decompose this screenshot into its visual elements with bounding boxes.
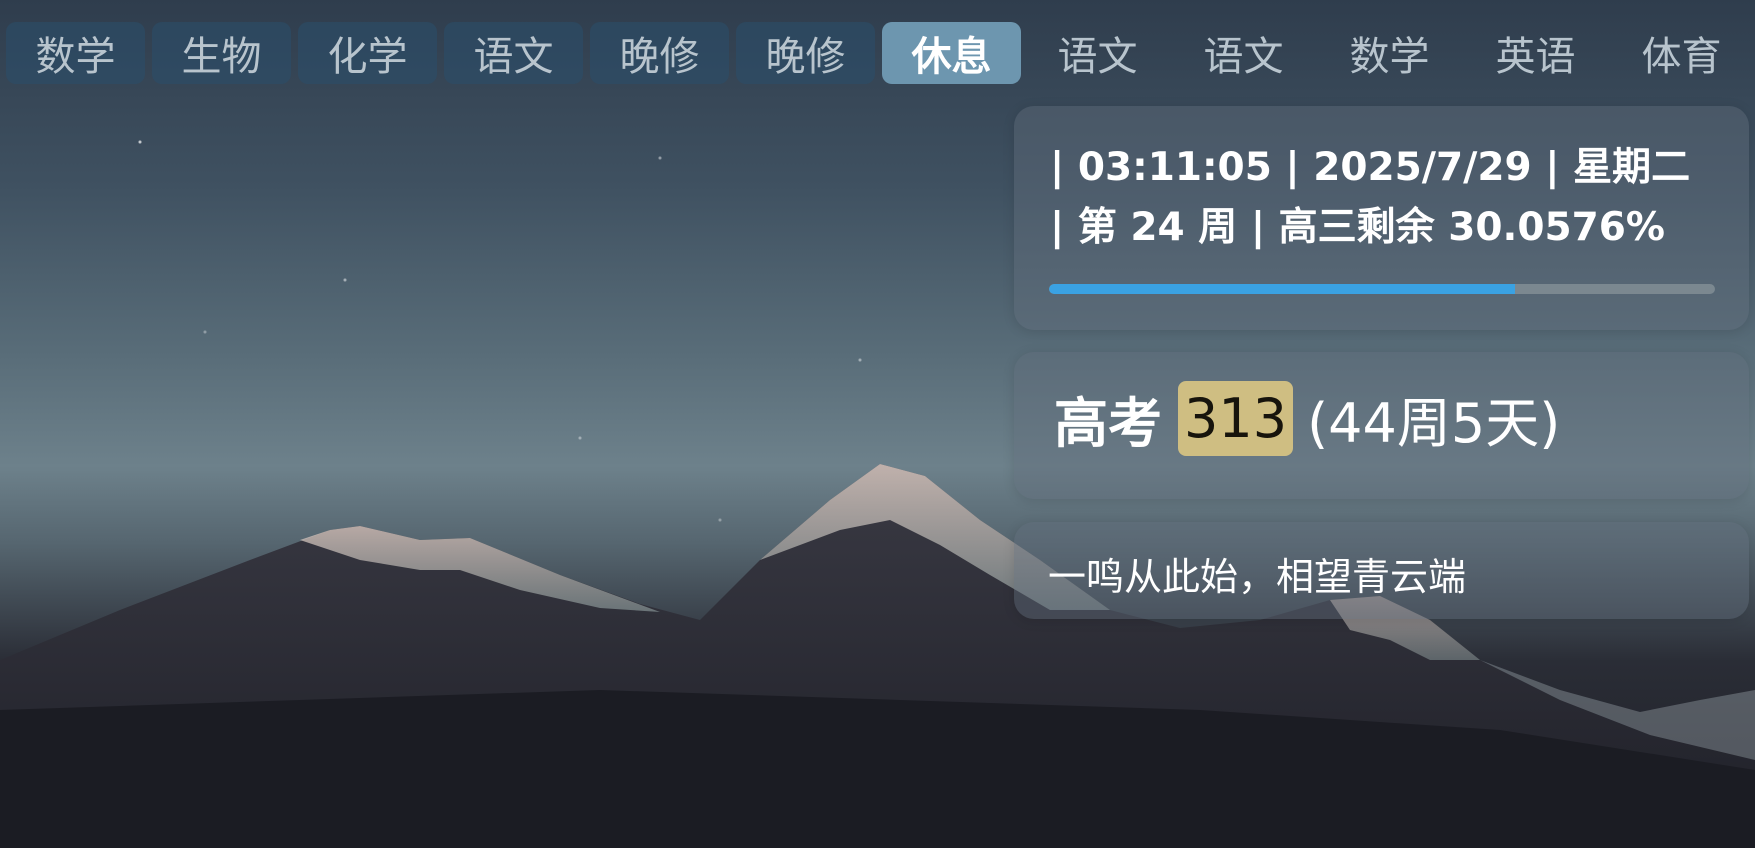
schedule-period-2[interactable]: 生物 [152,22,291,84]
schedule-period-4[interactable]: 语文 [444,22,583,84]
year-progress-track [1049,284,1715,294]
week-and-year-progress: | 第 24 周 | 高三剩余 30.0576% [1050,205,1665,250]
year-progress-fill [1049,284,1516,294]
exam-countdown-row: 高考 313 (44周5天) [1054,372,1560,465]
schedule-period-5[interactable]: 晚修 [590,22,729,84]
schedule-period-7[interactable]: 休息 [882,22,1021,84]
schedule-period-10[interactable]: 数学 [1320,22,1459,84]
clock-date-weekday: | 03:11:05 | 2025/7/29 | 星期二 [1050,145,1691,190]
exam-days-badge: 313 [1178,380,1294,457]
desktop-wallpaper: 数学 生物 化学 语文 晚修 晚修 休息 语文 语文 数学 英语 体育 | 03:11:05 | 20… [0,0,1755,848]
schedule-period-6[interactable]: 晚修 [736,22,875,84]
motto-card: 一鸣从此始，相望青云端 [1014,522,1749,619]
motto-text: 一鸣从此始，相望青云端 [1048,555,1467,599]
exam-weeks-days-remaining: (44周5天) [1307,392,1561,455]
schedule-period-3[interactable]: 化学 [298,22,437,84]
class-schedule-bar: 数学 生物 化学 语文 晚修 晚修 休息 语文 语文 数学 英语 体育 [6,22,1751,84]
exam-countdown-card: 高考 313 (44周5天) [1014,352,1749,499]
exam-label: 高考 [1054,392,1162,455]
schedule-period-9[interactable]: 语文 [1174,22,1313,84]
schedule-period-11[interactable]: 英语 [1466,22,1605,84]
schedule-period-8[interactable]: 语文 [1028,22,1167,84]
time-info-card: | 03:11:05 | 2025/7/29 | 星期二 | 第 24 周 | … [1014,106,1749,330]
schedule-period-12[interactable]: 体育 [1612,22,1751,84]
schedule-period-1[interactable]: 数学 [6,22,145,84]
